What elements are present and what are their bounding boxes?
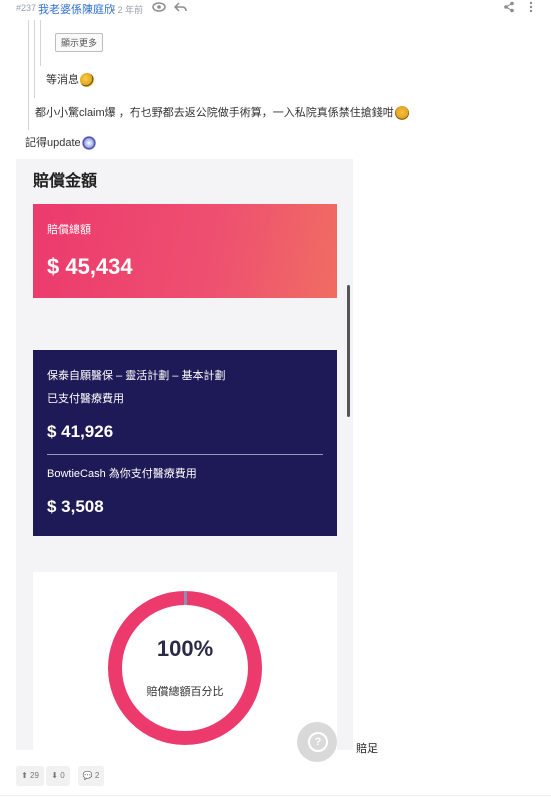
quote-line-1: 等消息 [46, 71, 94, 88]
card-title: 賠償金額 [33, 173, 98, 190]
payment-breakdown-box: 保泰自願醫保 – 靈活計劃 – 基本計劃 已支付醫療費用 $ 41,926 Bo… [33, 350, 337, 536]
cash-label: BowtieCash 為你支付醫療費用 [47, 468, 197, 480]
arrow-down-icon: ⬇ [51, 771, 58, 780]
cash-amount: $ 3,508 [47, 497, 104, 516]
plan-name: 保泰自願醫保 – 靈活計劃 – 基本計劃 [47, 370, 226, 382]
reply-icon[interactable] [173, 1, 187, 15]
show-more-button[interactable]: 顯示更多 [55, 33, 104, 52]
post-number: #237 [16, 3, 37, 13]
emoji-sticker [80, 73, 94, 88]
quote-line [34, 20, 35, 98]
after-image-text: 賠足 [356, 743, 378, 755]
total-claim-box: 賠償總額 $ 45,434 [33, 204, 337, 298]
upvote-button[interactable]: ⬆ 29 [16, 766, 44, 786]
total-claim-label: 賠償總額 [47, 224, 91, 236]
quote-text-1: 等消息 [46, 74, 79, 86]
percentage-value: 100% [156, 636, 214, 661]
time-separator: • [112, 5, 116, 15]
paid-amount: $ 41,926 [47, 422, 114, 441]
total-claim-amount: $ 45,434 [47, 254, 133, 279]
quote-text-2: 都小小驚claim爆 ，冇乜野都去返公院做手術算，一入私院真係禁住搶錢咁 [35, 107, 394, 119]
donut-ring [108, 591, 262, 745]
reply-count: 2 [94, 771, 100, 780]
quote-line [40, 20, 41, 66]
post-time-label: 2 年前 [117, 5, 144, 15]
quote-line-2: 都小小驚claim爆 ，冇乜野都去返公院做手術算，一入私院真係禁住搶錢咁 [35, 104, 409, 121]
eye-icon[interactable] [152, 1, 166, 15]
author-name[interactable]: 我老婆係陳庭欣 [38, 1, 115, 17]
help-icon: ? [308, 732, 328, 752]
emoji-sticker [81, 136, 96, 151]
message-text: 記得update [25, 137, 81, 149]
downvote-count: 0 [60, 771, 65, 780]
message-line: 記得update [25, 134, 96, 151]
more-vertical-icon[interactable] [528, 1, 534, 15]
percentage-donut [107, 590, 263, 751]
divider [47, 454, 323, 455]
donut-start-marker [184, 591, 187, 605]
arrow-up-icon: ⬆ [21, 771, 28, 780]
scrollbar-thumb[interactable] [347, 285, 350, 417]
divider [0, 795, 551, 796]
help-button[interactable]: ? [297, 722, 337, 762]
paid-label: 已支付醫療費用 [47, 393, 124, 405]
comment-icon: 💬 [82, 771, 93, 780]
reply-count-button[interactable]: 💬 2 [78, 766, 104, 786]
percentage-label: 賠償總額百分比 [146, 686, 224, 698]
downvote-button[interactable]: ⬇ 0 [46, 766, 70, 786]
emoji-sticker [394, 106, 409, 121]
share-icon[interactable] [503, 1, 515, 15]
post-time: • 2 年前 [112, 3, 143, 16]
upvote-count: 29 [30, 771, 39, 780]
quote-line [28, 20, 29, 130]
